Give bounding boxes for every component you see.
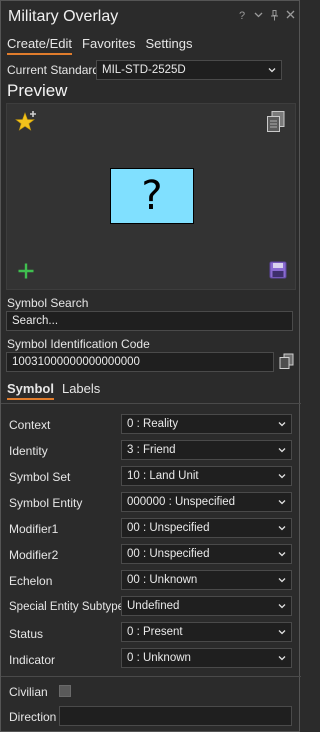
status-dropdown[interactable]: 0 : Present	[121, 622, 292, 642]
title-bar: Military Overlay ?	[1, 1, 301, 33]
prop-label-echelon: Echelon	[9, 574, 53, 588]
symbol-entity-dropdown[interactable]: 000000 : Unspecified	[121, 492, 292, 512]
chevron-down-icon	[278, 474, 286, 479]
civilian-label: Civilian	[9, 685, 48, 699]
chevron-down-icon	[278, 656, 286, 661]
symbol-search-label: Symbol Search	[7, 296, 89, 310]
chevron-down-icon	[278, 422, 286, 427]
sic-label: Symbol Identification Code	[7, 337, 150, 351]
current-standard-value: MIL-STD-2525D	[102, 64, 186, 76]
tab-settings[interactable]: Settings	[146, 36, 193, 55]
special-entity-subtype-dropdown[interactable]: Undefined	[121, 596, 292, 616]
echelon-dropdown[interactable]: 00 : Unknown	[121, 570, 292, 590]
modifier2-value: 00 : Unspecified	[127, 548, 210, 560]
divider	[1, 403, 301, 404]
prop-label-identity: Identity	[9, 444, 48, 458]
chevron-down-icon	[278, 604, 286, 609]
current-standard-label: Current Standard:	[7, 63, 103, 77]
sic-input[interactable]: 10031000000000000000	[6, 352, 274, 372]
tab-create-edit[interactable]: Create/Edit	[7, 36, 73, 55]
identity-value: 3 : Friend	[127, 444, 176, 456]
symbol-subtabs: Symbol Labels	[7, 381, 100, 400]
add-icon[interactable]	[17, 262, 35, 280]
tab-symbol[interactable]: Symbol	[7, 381, 54, 400]
chevron-down-icon	[268, 68, 276, 73]
preview-title: Preview	[7, 81, 68, 100]
symbol-search-placeholder: Search...	[12, 315, 59, 327]
title-bar-controls: ?	[237, 10, 295, 24]
preview-panel: ?	[6, 103, 296, 290]
main-tabs: Create/Edit Favorites Settings	[7, 36, 193, 55]
chevron-down-icon	[278, 578, 286, 583]
prop-label-symbol-set: Symbol Set	[9, 470, 71, 484]
identity-dropdown[interactable]: 3 : Friend	[121, 440, 292, 460]
chevron-down-icon	[278, 552, 286, 557]
context-value: 0 : Reality	[127, 418, 179, 430]
symbol-preview: ?	[110, 168, 194, 224]
copy-symbol-icon[interactable]	[265, 110, 287, 134]
chevron-down-icon	[278, 526, 286, 531]
divider	[1, 676, 301, 677]
civilian-checkbox[interactable]	[59, 685, 71, 697]
modifier1-value: 00 : Unspecified	[127, 522, 210, 534]
indicator-dropdown[interactable]: 0 : Unknown	[121, 648, 292, 668]
symbol-set-value: 10 : Land Unit	[127, 470, 199, 482]
modifier1-dropdown[interactable]: 00 : Unspecified	[121, 518, 292, 538]
add-favorite-star-icon[interactable]	[15, 110, 39, 134]
modifier2-dropdown[interactable]: 00 : Unspecified	[121, 544, 292, 564]
save-icon[interactable]	[269, 261, 287, 279]
symbol-entity-value: 000000 : Unspecified	[127, 496, 236, 508]
symbol-search-input[interactable]: Search...	[6, 311, 293, 331]
direction-label: Direction	[9, 710, 57, 724]
prop-label-status: Status	[9, 627, 44, 641]
chevron-down-icon	[278, 448, 286, 453]
special-entity-subtype-value: Undefined	[127, 600, 180, 612]
military-overlay-pane: Military Overlay ? Create/Edit Favorites…	[0, 0, 301, 732]
sic-value: 10031000000000000000	[12, 356, 140, 368]
copy-code-icon[interactable]	[279, 353, 294, 370]
pane-title: Military Overlay	[8, 8, 119, 25]
prop-label-indicator: Indicator	[9, 653, 56, 667]
direction-input[interactable]	[59, 706, 292, 726]
tab-labels[interactable]: Labels	[62, 381, 100, 400]
prop-label-symbol-entity: Symbol Entity	[9, 496, 83, 510]
echelon-value: 00 : Unknown	[127, 574, 198, 586]
current-standard-dropdown[interactable]: MIL-STD-2525D	[96, 60, 282, 80]
dropdown-icon[interactable]	[253, 10, 263, 24]
context-dropdown[interactable]: 0 : Reality	[121, 414, 292, 434]
prop-label-special-entity-subtype: Special Entity Subtype	[9, 601, 125, 613]
chevron-down-icon	[278, 500, 286, 505]
help-icon[interactable]: ?	[237, 10, 247, 24]
pin-icon[interactable]	[269, 10, 279, 24]
symbol-set-dropdown[interactable]: 10 : Land Unit	[121, 466, 292, 486]
prop-label-modifier1: Modifier1	[9, 522, 59, 536]
chevron-down-icon	[278, 630, 286, 635]
tab-favorites[interactable]: Favorites	[82, 36, 135, 55]
prop-label-context: Context	[9, 418, 51, 432]
close-icon[interactable]	[285, 10, 295, 24]
status-value: 0 : Present	[127, 626, 183, 638]
indicator-value: 0 : Unknown	[127, 652, 191, 664]
prop-label-modifier2: Modifier2	[9, 548, 59, 562]
